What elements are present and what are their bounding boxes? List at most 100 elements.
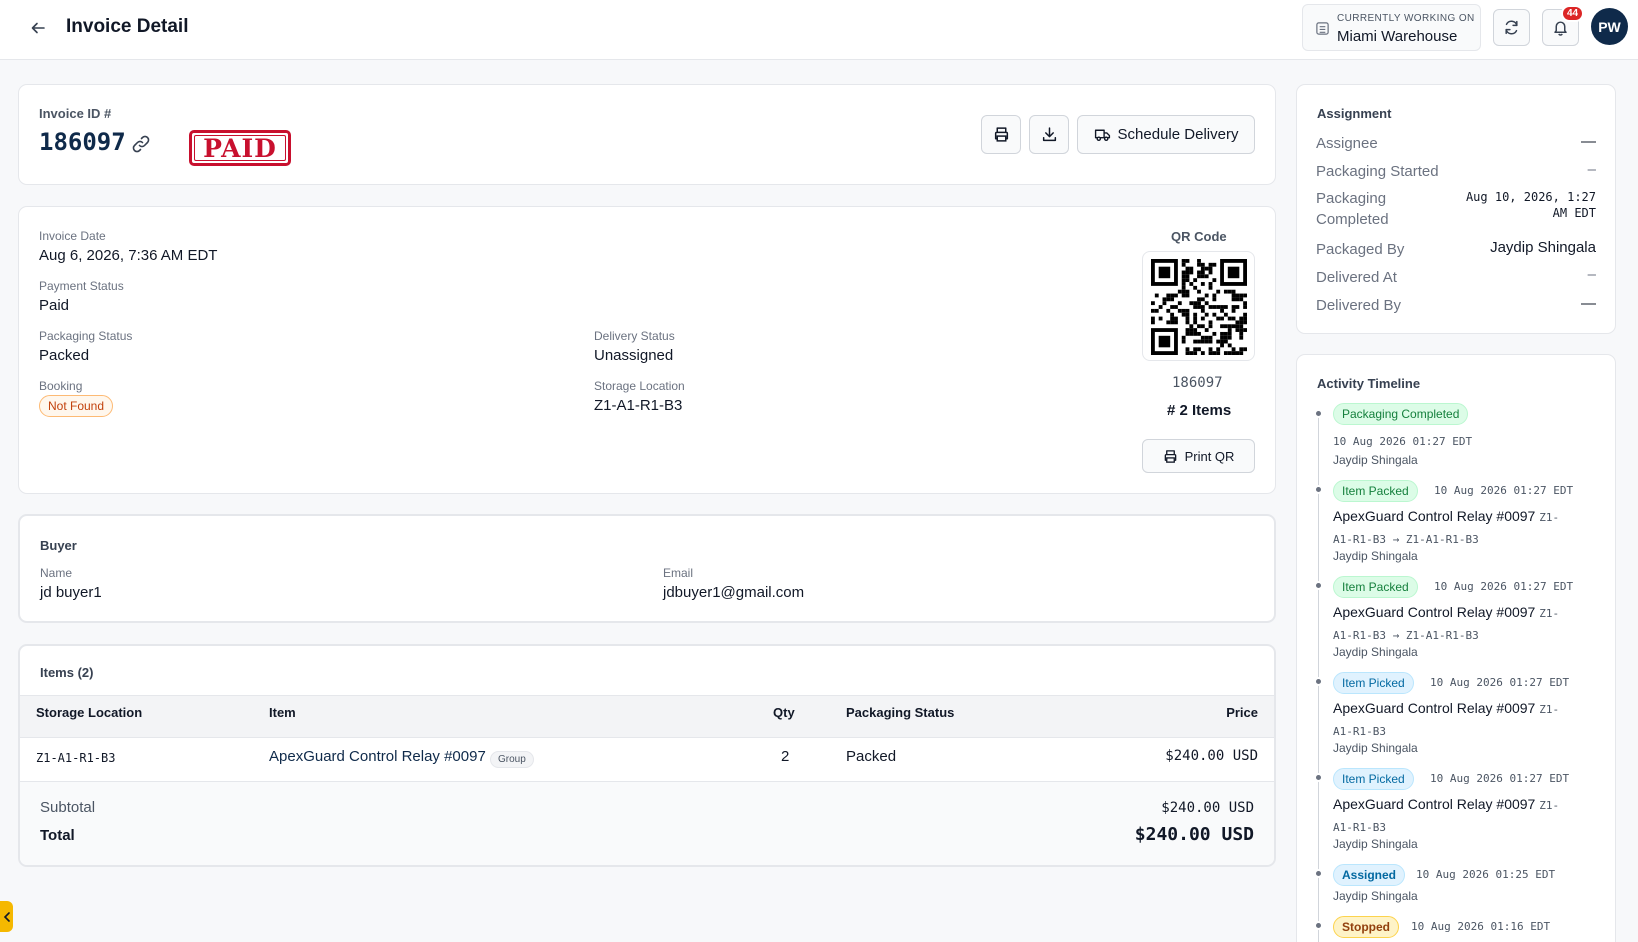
- items-card: Items (2): [18, 644, 1276, 867]
- buyer-email: jdbuyer1@gmail.com: [663, 584, 805, 601]
- delivery-status-label: Delivery Status: [594, 329, 675, 343]
- assignment-title: Assignment: [1317, 106, 1392, 121]
- link-icon[interactable]: [131, 134, 151, 154]
- event-badge: Item Packed: [1333, 480, 1418, 502]
- event-location-start: Z1-: [1539, 607, 1560, 620]
- col-item: Item: [269, 705, 296, 720]
- payment-status: Paid: [39, 297, 70, 314]
- booking-label: Booking: [39, 379, 83, 393]
- event-item-name: ApexGuard Control Relay #0097: [1333, 796, 1536, 812]
- user-avatar[interactable]: PW: [1591, 8, 1628, 45]
- packaging-status-label: Packaging Status: [39, 329, 133, 343]
- event-badge: Item Picked: [1333, 672, 1414, 694]
- event-location-start: Z1-: [1539, 703, 1560, 716]
- row-price: $240.00 USD: [1165, 748, 1258, 764]
- sidebar-collapse-tab[interactable]: [0, 901, 13, 932]
- packaging-started-value: –: [1587, 161, 1596, 178]
- invoice-header-card: Invoice ID # 186097 PAID Schedule Delive…: [18, 84, 1276, 185]
- event-location-start: Z1-: [1539, 799, 1560, 812]
- assignee-label: Assignee: [1316, 135, 1378, 152]
- booking-status-badge: Not Found: [39, 395, 114, 417]
- row-item[interactable]: ApexGuard Control Relay #0097: [269, 748, 486, 765]
- print-qr-button[interactable]: Print QR: [1142, 439, 1255, 473]
- subtotal-value: $240.00 USD: [1161, 800, 1254, 816]
- printer-icon: [994, 127, 1008, 142]
- col-packaging-status: Packaging Status: [846, 705, 955, 720]
- event-time: 10 Aug 2026 01:27 EDT: [1333, 435, 1473, 448]
- warehouse-name: Miami Warehouse: [1337, 28, 1458, 45]
- invoice-id: 186097: [39, 128, 126, 156]
- storage-location-label: Storage Location: [594, 379, 685, 393]
- event-item-name: ApexGuard Control Relay #0097: [1333, 604, 1536, 620]
- event-user: Jaydip Shingala: [1333, 549, 1418, 563]
- schedule-delivery-button[interactable]: Schedule Delivery: [1077, 115, 1255, 154]
- event-item: ApexGuard Control Relay #0097 Z1- A1-R1-B…: [1333, 602, 1593, 646]
- buyer-name-label: Name: [40, 566, 73, 580]
- group-tag: Group: [490, 751, 534, 768]
- download-icon: [1042, 127, 1056, 142]
- event-location-rest: A1-R1-B3: [1333, 725, 1386, 738]
- print-qr-label: Print QR: [1184, 448, 1235, 464]
- event-item: ApexGuard Control Relay #0097 Z1- A1-R1-B…: [1333, 698, 1593, 742]
- event-time: 10 Aug 2026 01:27 EDT: [1430, 772, 1570, 785]
- storage-location: Z1-A1-R1-B3: [594, 397, 683, 414]
- items-title: Items (2): [40, 665, 94, 680]
- totals-section: [20, 782, 1274, 865]
- delivered-at-value: –: [1587, 266, 1596, 283]
- delivered-at-label: Delivered At: [1316, 269, 1397, 286]
- items-count: # 2 Items: [1167, 402, 1232, 419]
- back-button[interactable]: [26, 16, 50, 40]
- printer-icon: [1164, 449, 1176, 463]
- row-location: Z1-A1-R1-B3: [36, 751, 116, 765]
- packaging-completed-label: Packaging Completed: [1316, 190, 1389, 228]
- packaging-completed-line2: AM EDT: [1552, 206, 1596, 220]
- row-qty: 2: [781, 748, 790, 765]
- page-title: Invoice Detail: [66, 16, 189, 37]
- event-user: Jaydip Shingala: [1333, 837, 1418, 851]
- chevron-left-icon: [3, 911, 10, 922]
- top-bar: Invoice Detail CURRENTLY WORKING ON Miam…: [0, 0, 1638, 60]
- event-item: ApexGuard Control Relay #0097 Z1- A1-R1-B…: [1333, 506, 1593, 550]
- paid-stamp: PAID: [189, 130, 291, 166]
- buyer-card: Buyer Name jd buyer1 Email jdbuyer1@gmai…: [18, 514, 1276, 623]
- items-table-header: [20, 695, 1274, 738]
- timeline-dot: [1314, 773, 1323, 782]
- invoice-id-label: Invoice ID #: [39, 106, 112, 121]
- working-on-label: CURRENTLY WORKING ON: [1337, 13, 1475, 24]
- refresh-button[interactable]: [1493, 9, 1530, 46]
- col-qty: Qty: [773, 705, 795, 720]
- assignee-value: —: [1581, 133, 1596, 150]
- event-badge: Item Packed: [1333, 576, 1418, 598]
- buyer-name: jd buyer1: [40, 584, 102, 601]
- buyer-email-label: Email: [663, 566, 694, 580]
- event-location-rest: A1-R1-B3 → Z1-A1-R1-B3: [1333, 629, 1479, 642]
- warehouse-selector[interactable]: CURRENTLY WORKING ON Miami Warehouse: [1302, 4, 1481, 51]
- qr-code: [1142, 251, 1255, 361]
- event-badge: Packaging Completed: [1333, 403, 1469, 425]
- packaged-by-value: Jaydip Shingala: [1490, 239, 1596, 256]
- packaging-status: Packed: [39, 347, 90, 364]
- timeline-dot: [1314, 677, 1323, 686]
- col-storage-location: Storage Location: [36, 705, 143, 720]
- event-user: Jaydip Shingala: [1333, 453, 1418, 467]
- arrow-left-icon: [31, 22, 45, 34]
- timeline-dot: [1314, 409, 1323, 418]
- total-label: Total: [40, 827, 75, 844]
- subtotal-label: Subtotal: [40, 799, 96, 816]
- event-item: ApexGuard Control Relay #0097 Z1- A1-R1-B…: [1333, 794, 1593, 838]
- event-time: 10 Aug 2026 01:27 EDT: [1430, 676, 1570, 689]
- notification-badge: 44: [1561, 5, 1585, 22]
- event-time: 10 Aug 2026 01:27 EDT: [1434, 580, 1574, 593]
- event-item-name: ApexGuard Control Relay #0097: [1333, 700, 1536, 716]
- event-item-name: ApexGuard Control Relay #0097: [1333, 508, 1536, 524]
- event-location-rest: A1-R1-B3 → Z1-A1-R1-B3: [1333, 533, 1479, 546]
- delivered-by-label: Delivered By: [1316, 297, 1402, 314]
- print-button[interactable]: [981, 115, 1021, 154]
- event-user: Jaydip Shingala: [1333, 889, 1418, 903]
- event-location-start: Z1-: [1539, 511, 1560, 524]
- download-button[interactable]: [1029, 115, 1069, 154]
- event-time: 10 Aug 2026 01:27 EDT: [1434, 484, 1574, 497]
- timeline-title: Activity Timeline: [1317, 376, 1421, 391]
- truck-icon: [1094, 129, 1110, 142]
- event-location-rest: A1-R1-B3: [1333, 821, 1386, 834]
